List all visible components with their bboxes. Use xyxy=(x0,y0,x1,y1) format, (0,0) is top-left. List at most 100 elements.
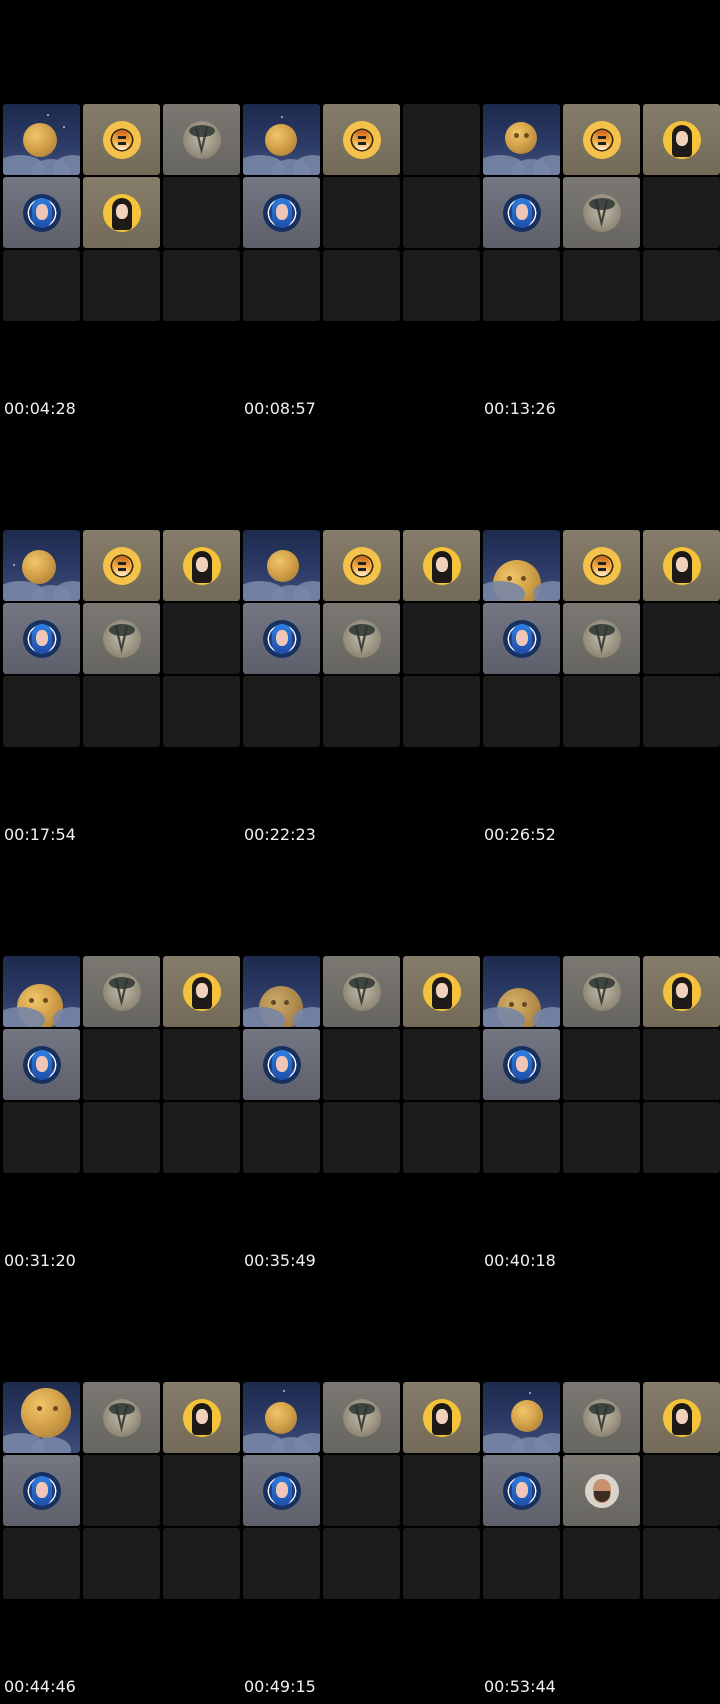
moon-video-tile[interactable] xyxy=(243,956,320,1027)
empty-tile xyxy=(163,177,240,248)
participant-tile[interactable] xyxy=(563,177,640,248)
blue-hair-avatar-icon xyxy=(502,193,541,232)
participant-tile[interactable] xyxy=(163,530,240,601)
thumbnail-6[interactable]: 00:26:52 xyxy=(480,426,720,852)
moon-video-tile[interactable] xyxy=(3,530,80,601)
thumbnail-11[interactable]: 00:49:15 xyxy=(240,1278,480,1704)
participant-tile[interactable] xyxy=(483,603,560,674)
participant-tile[interactable] xyxy=(83,177,160,248)
moon-video-tile[interactable] xyxy=(3,1382,80,1453)
participant-tile[interactable] xyxy=(563,603,640,674)
woman-avatar-icon xyxy=(422,546,461,585)
participant-tile[interactable] xyxy=(323,1382,400,1453)
participant-tile[interactable] xyxy=(403,530,480,601)
moon-video-tile[interactable] xyxy=(3,956,80,1027)
participant-grid xyxy=(243,956,480,1174)
moon-face-icon xyxy=(505,122,537,154)
participant-tile[interactable] xyxy=(643,956,720,1027)
moon-video-tile[interactable] xyxy=(483,956,560,1027)
participant-tile[interactable] xyxy=(483,1455,560,1526)
empty-tile xyxy=(83,1102,160,1173)
participant-tile[interactable] xyxy=(483,177,560,248)
eye xyxy=(37,1406,42,1411)
participant-tile[interactable] xyxy=(483,1029,560,1100)
timestamp: 00:31:20 xyxy=(4,1251,76,1270)
moon-video-tile[interactable] xyxy=(3,104,80,175)
empty-tile xyxy=(483,676,560,747)
thumbnail-12[interactable]: 00:53:44 xyxy=(480,1278,720,1704)
participant-tile[interactable] xyxy=(643,530,720,601)
thumbnail-8[interactable]: 00:35:49 xyxy=(240,852,480,1278)
participant-tile[interactable] xyxy=(3,177,80,248)
participant-tile[interactable] xyxy=(243,603,320,674)
thumbnail-9[interactable]: 00:40:18 xyxy=(480,852,720,1278)
participant-tile[interactable] xyxy=(243,177,320,248)
empty-tile xyxy=(323,1029,400,1100)
moon-video-tile[interactable] xyxy=(483,104,560,175)
participant-tile[interactable] xyxy=(3,1455,80,1526)
moon-video-tile[interactable] xyxy=(483,1382,560,1453)
empty-tile xyxy=(643,603,720,674)
participant-tile[interactable] xyxy=(163,956,240,1027)
participant-tile[interactable] xyxy=(563,530,640,601)
participant-tile[interactable] xyxy=(563,1455,640,1526)
wolf-avatar-icon xyxy=(582,1398,621,1437)
blue-hair-avatar-icon xyxy=(262,619,301,658)
cloud xyxy=(31,1437,71,1453)
participant-tile[interactable] xyxy=(3,603,80,674)
moon-video-tile[interactable] xyxy=(243,530,320,601)
timestamp: 00:53:44 xyxy=(484,1677,556,1696)
participant-grid xyxy=(3,530,240,748)
man-avatar-icon xyxy=(584,1473,619,1508)
participant-grid xyxy=(483,530,720,748)
participant-tile[interactable] xyxy=(323,956,400,1027)
thumbnail-3[interactable]: 00:13:26 xyxy=(480,0,720,426)
participant-tile[interactable] xyxy=(323,603,400,674)
empty-tile xyxy=(323,1102,400,1173)
participant-tile[interactable] xyxy=(563,956,640,1027)
blue-hair-avatar-icon xyxy=(262,1471,301,1510)
tiger-avatar-icon xyxy=(582,120,621,159)
thumbnail-10[interactable]: 00:44:46 xyxy=(0,1278,240,1704)
thumbnail-4[interactable]: 00:17:54 xyxy=(0,426,240,852)
thumbnail-5[interactable]: 00:22:23 xyxy=(240,426,480,852)
participant-tile[interactable] xyxy=(163,1382,240,1453)
participant-tile[interactable] xyxy=(643,104,720,175)
moon-icon xyxy=(265,124,297,156)
participant-tile[interactable] xyxy=(563,104,640,175)
participant-tile[interactable] xyxy=(403,1382,480,1453)
wolf-avatar-icon xyxy=(582,972,621,1011)
participant-tile[interactable] xyxy=(83,530,160,601)
participant-tile[interactable] xyxy=(83,104,160,175)
participant-tile[interactable] xyxy=(323,530,400,601)
participant-tile[interactable] xyxy=(403,956,480,1027)
participant-tile[interactable] xyxy=(83,956,160,1027)
participant-tile[interactable] xyxy=(163,104,240,175)
blue-hair-avatar-icon xyxy=(502,1471,541,1510)
empty-tile xyxy=(403,104,480,175)
thumbnail-1[interactable]: 00:04:28 xyxy=(0,0,240,426)
woman-avatar-icon xyxy=(662,120,701,159)
participant-tile[interactable] xyxy=(83,1382,160,1453)
empty-tile xyxy=(403,676,480,747)
participant-tile[interactable] xyxy=(243,1455,320,1526)
participant-tile[interactable] xyxy=(3,1029,80,1100)
empty-tile xyxy=(403,250,480,321)
tiger-avatar-icon xyxy=(102,546,141,585)
moon-video-tile[interactable] xyxy=(243,104,320,175)
participant-tile[interactable] xyxy=(243,1029,320,1100)
participant-tile[interactable] xyxy=(563,1382,640,1453)
moon-video-tile[interactable] xyxy=(483,530,560,601)
timestamp: 00:13:26 xyxy=(484,399,556,418)
participant-tile[interactable] xyxy=(643,1382,720,1453)
participant-tile[interactable] xyxy=(83,603,160,674)
moon-video-tile[interactable] xyxy=(243,1382,320,1453)
blue-hair-avatar-icon xyxy=(262,193,301,232)
cloud xyxy=(53,581,80,601)
wolf-avatar-icon xyxy=(182,120,221,159)
wolf-avatar-icon xyxy=(342,972,381,1011)
thumbnail-2[interactable]: 00:08:57 xyxy=(240,0,480,426)
thumbnail-7[interactable]: 00:31:20 xyxy=(0,852,240,1278)
empty-tile xyxy=(163,676,240,747)
participant-tile[interactable] xyxy=(323,104,400,175)
